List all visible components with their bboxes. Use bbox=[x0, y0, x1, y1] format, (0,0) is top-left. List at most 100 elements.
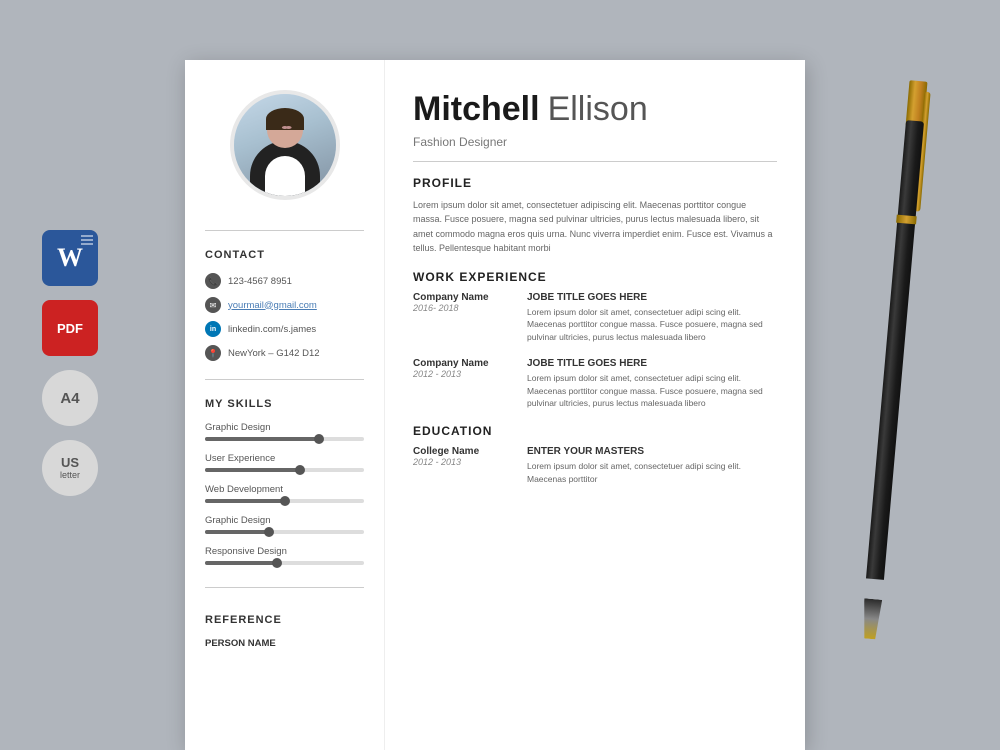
work-left-2: Company Name 2012 - 2013 bbox=[413, 358, 513, 410]
skill-name-4: Graphic Design bbox=[205, 515, 364, 526]
skill-item-3: Web Development bbox=[205, 484, 364, 503]
word-w-label: W bbox=[57, 243, 83, 273]
location-icon: 📍 bbox=[205, 345, 221, 361]
skill-dot-3 bbox=[280, 496, 290, 506]
avatar bbox=[230, 90, 340, 200]
skill-name-5: Responsive Design bbox=[205, 546, 364, 557]
skills-section: MY SKILLS Graphic Design User Experience bbox=[205, 390, 364, 577]
skill-bar-fill-3 bbox=[205, 499, 285, 503]
pen-band bbox=[896, 215, 917, 225]
work-title-2: JOBE TITLE GOES HERE bbox=[527, 358, 777, 369]
work-entry-1: Company Name 2016- 2018 JOBE TITLE GOES … bbox=[413, 292, 777, 344]
left-divider-2 bbox=[205, 379, 364, 380]
work-desc-2: Lorem ipsum dolor sit amet, consectetuer… bbox=[527, 372, 777, 410]
location-text: NewYork – G142 D12 bbox=[228, 348, 320, 359]
skill-bar-bg-3 bbox=[205, 499, 364, 503]
person-shirt bbox=[265, 156, 305, 196]
edu-right-1: ENTER YOUR MASTERS Lorem ipsum dolor sit… bbox=[527, 446, 777, 486]
us-label: US bbox=[61, 456, 79, 470]
skill-bar-fill-4 bbox=[205, 530, 269, 534]
work-entry-2: Company Name 2012 - 2013 JOBE TITLE GOES… bbox=[413, 358, 777, 410]
reference-heading: REFERENCE bbox=[205, 614, 364, 626]
contact-heading: CONTACT bbox=[205, 249, 364, 261]
phone-icon: 📞 bbox=[205, 273, 221, 289]
us-sublabel: letter bbox=[60, 470, 80, 480]
contact-phone: 📞 123-4567 8951 bbox=[205, 273, 364, 289]
pdf-label: PDF bbox=[57, 321, 83, 336]
skill-bar-fill-5 bbox=[205, 561, 277, 565]
skill-dot-1 bbox=[314, 434, 324, 444]
a4-icon-button[interactable]: A4 bbox=[42, 370, 98, 426]
work-right-1: JOBE TITLE GOES HERE Lorem ipsum dolor s… bbox=[527, 292, 777, 344]
name-block: MitchellEllison bbox=[413, 90, 777, 129]
contact-section: CONTACT 📞 123-4567 8951 ✉ yourmail@gmail… bbox=[205, 241, 364, 369]
work-left-1: Company Name 2016- 2018 bbox=[413, 292, 513, 344]
first-name: Mitchell bbox=[413, 90, 540, 128]
skill-bar-fill-2 bbox=[205, 468, 300, 472]
contact-linkedin: in linkedin.com/s.james bbox=[205, 321, 364, 337]
pen-tip bbox=[861, 598, 882, 639]
edu-desc-1: Lorem ipsum dolor sit amet, consectetuer… bbox=[527, 460, 777, 486]
profile-section: PROFILE Lorem ipsum dolor sit amet, cons… bbox=[413, 176, 777, 256]
side-icons-panel: W PDF A4 US letter bbox=[42, 230, 98, 496]
edu-entry-1: College Name 2012 - 2013 ENTER YOUR MAST… bbox=[413, 446, 777, 486]
edu-degree-1: ENTER YOUR MASTERS bbox=[527, 446, 777, 457]
skill-name-1: Graphic Design bbox=[205, 422, 364, 433]
right-top-divider bbox=[413, 161, 777, 162]
skill-name-2: User Experience bbox=[205, 453, 364, 464]
education-section: EDUCATION College Name 2012 - 2013 ENTER… bbox=[413, 424, 777, 486]
skills-heading: MY SKILLS bbox=[205, 398, 364, 410]
profile-heading: PROFILE bbox=[413, 176, 777, 190]
work-dates-1: 2016- 2018 bbox=[413, 303, 513, 313]
phone-text: 123-4567 8951 bbox=[228, 276, 292, 287]
job-title: Fashion Designer bbox=[413, 135, 777, 149]
work-experience-section: WORK EXPERIENCE Company Name 2016- 2018 … bbox=[413, 270, 777, 411]
edu-left-1: College Name 2012 - 2013 bbox=[413, 446, 513, 486]
word-icon-button[interactable]: W bbox=[42, 230, 98, 286]
left-divider-1 bbox=[205, 230, 364, 231]
skill-item-2: User Experience bbox=[205, 453, 364, 472]
contact-email: ✉ yourmail@gmail.com bbox=[205, 297, 364, 313]
skill-name-3: Web Development bbox=[205, 484, 364, 495]
us-letter-icon-button[interactable]: US letter bbox=[42, 440, 98, 496]
profile-text: Lorem ipsum dolor sit amet, consectetuer… bbox=[413, 198, 777, 256]
work-experience-heading: WORK EXPERIENCE bbox=[413, 270, 777, 284]
work-right-2: JOBE TITLE GOES HERE Lorem ipsum dolor s… bbox=[527, 358, 777, 410]
reference-section: REFERENCE PERSON NAME bbox=[205, 606, 364, 653]
pdf-icon-button[interactable]: PDF bbox=[42, 300, 98, 356]
skill-item-1: Graphic Design bbox=[205, 422, 364, 441]
a4-label: A4 bbox=[60, 390, 79, 407]
skill-bar-bg-1 bbox=[205, 437, 364, 441]
work-company-1: Company Name bbox=[413, 292, 513, 303]
email-icon: ✉ bbox=[205, 297, 221, 313]
skill-bar-bg-4 bbox=[205, 530, 364, 534]
contact-location: 📍 NewYork – G142 D12 bbox=[205, 345, 364, 361]
work-title-1: JOBE TITLE GOES HERE bbox=[527, 292, 777, 303]
resume-left-column: CONTACT 📞 123-4567 8951 ✉ yourmail@gmail… bbox=[185, 60, 385, 750]
resume-right-column: MitchellEllison Fashion Designer PROFILE… bbox=[385, 60, 805, 750]
left-divider-3 bbox=[205, 587, 364, 588]
skill-bar-fill-1 bbox=[205, 437, 319, 441]
edu-dates-1: 2012 - 2013 bbox=[413, 457, 513, 467]
word-lines bbox=[81, 235, 93, 245]
reference-person-name: PERSON NAME bbox=[205, 638, 364, 649]
skill-item-5: Responsive Design bbox=[205, 546, 364, 565]
work-dates-2: 2012 - 2013 bbox=[413, 369, 513, 379]
edu-college-1: College Name bbox=[413, 446, 513, 457]
skill-dot-4 bbox=[264, 527, 274, 537]
linkedin-text: linkedin.com/s.james bbox=[228, 324, 316, 335]
skill-dot-5 bbox=[272, 558, 282, 568]
skill-dot-2 bbox=[295, 465, 305, 475]
person-eye-right bbox=[285, 126, 291, 129]
work-desc-1: Lorem ipsum dolor sit amet, consectetuer… bbox=[527, 306, 777, 344]
resume-document: CONTACT 📞 123-4567 8951 ✉ yourmail@gmail… bbox=[185, 60, 805, 750]
linkedin-icon: in bbox=[205, 321, 221, 337]
skill-item-4: Graphic Design bbox=[205, 515, 364, 534]
avatar-image bbox=[234, 94, 336, 196]
email-text: yourmail@gmail.com bbox=[228, 300, 317, 311]
skill-bar-bg-5 bbox=[205, 561, 364, 565]
work-company-2: Company Name bbox=[413, 358, 513, 369]
last-name: Ellison bbox=[548, 90, 648, 128]
skill-bar-bg-2 bbox=[205, 468, 364, 472]
education-heading: EDUCATION bbox=[413, 424, 777, 438]
